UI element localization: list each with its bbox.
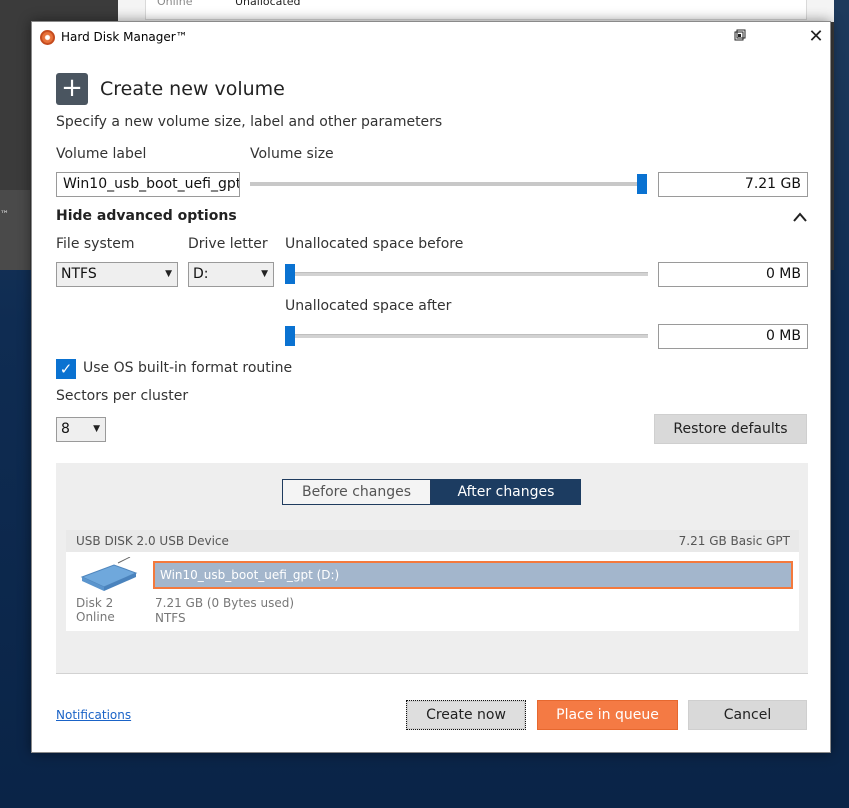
disk-header: USB DISK 2.0 USB Device 7.21 GB Basic GP… — [66, 530, 799, 552]
background-strip — [0, 190, 30, 270]
restore-icon[interactable] — [732, 29, 748, 45]
chevron-up-icon[interactable] — [792, 208, 808, 222]
disk-number: Disk 2 — [76, 596, 114, 610]
partition-size: 7.21 GB (0 Bytes used) — [155, 596, 295, 610]
unallocated-before-slider-thumb[interactable] — [285, 264, 295, 284]
restore-defaults-button[interactable]: Restore defaults — [654, 414, 807, 444]
unallocated-before-input[interactable]: 0 MB — [658, 262, 808, 287]
page-title: Create new volume — [100, 78, 285, 100]
volume-size-slider[interactable] — [250, 174, 647, 194]
volume-label-caption: Volume label — [56, 146, 147, 162]
background-tm-fragment: ™ — [0, 210, 9, 220]
partition-file-system: NTFS — [155, 611, 186, 625]
drive-letter-caption: Drive letter — [188, 236, 268, 252]
plus-icon: + — [56, 73, 88, 105]
volume-size-slider-thumb[interactable] — [637, 174, 647, 194]
file-system-select[interactable]: NTFS ▼ — [56, 262, 178, 287]
disk-status: Online — [76, 610, 115, 624]
disk-number-status: Disk 2 Online — [76, 596, 115, 624]
disk-info: 7.21 GB Basic GPT — [678, 534, 790, 548]
page-subtitle: Specify a new volume size, label and oth… — [56, 114, 443, 130]
unallocated-after-slider-thumb[interactable] — [285, 326, 295, 346]
unallocated-before-slider[interactable] — [285, 264, 648, 284]
tab-after-changes[interactable]: After changes — [431, 479, 581, 505]
disk-card: USB DISK 2.0 USB Device 7.21 GB Basic GP… — [66, 530, 799, 631]
preview-panel: Before changes After changes USB DISK 2.… — [56, 463, 808, 674]
file-system-caption: File system — [56, 236, 135, 252]
unallocated-after-caption: Unallocated space after — [285, 298, 452, 314]
cancel-button[interactable]: Cancel — [688, 700, 807, 730]
partition-block[interactable]: Win10_usb_boot_uefi_gpt (D:) — [153, 561, 793, 589]
background-status-unallocated: Unallocated — [235, 0, 301, 8]
sectors-per-cluster-select[interactable]: 8 ▼ — [56, 417, 106, 442]
volume-label-input[interactable]: Win10_usb_boot_uefi_gpt — [56, 172, 240, 197]
divider — [56, 673, 808, 674]
tab-before-changes[interactable]: Before changes — [282, 479, 431, 505]
unallocated-after-input[interactable]: 0 MB — [658, 324, 808, 349]
usb-disk-icon — [78, 556, 138, 591]
create-volume-dialog: Hard Disk Manager™ ✕ + Create new volume… — [31, 21, 831, 753]
use-os-format-checkbox[interactable]: ✓ — [56, 359, 76, 379]
chevron-down-icon: ▼ — [93, 424, 100, 434]
drive-letter-value: D: — [193, 266, 209, 282]
place-in-queue-button[interactable]: Place in queue — [537, 700, 678, 730]
window-title: Hard Disk Manager™ — [61, 30, 188, 44]
notifications-link[interactable]: Notifications — [56, 708, 131, 722]
hide-advanced-options-toggle[interactable]: Hide advanced options — [56, 208, 237, 224]
unallocated-before-caption: Unallocated space before — [285, 236, 464, 252]
sectors-per-cluster-value: 8 — [61, 421, 70, 437]
app-logo-icon — [40, 30, 55, 45]
file-system-value: NTFS — [61, 266, 97, 282]
drive-letter-select[interactable]: D: ▼ — [188, 262, 274, 287]
create-now-button[interactable]: Create now — [406, 700, 526, 730]
chevron-down-icon: ▼ — [165, 269, 172, 279]
close-icon[interactable]: ✕ — [802, 26, 830, 48]
background-status-online: Online — [157, 0, 193, 8]
chevron-down-icon: ▼ — [261, 269, 268, 279]
unallocated-after-slider[interactable] — [285, 326, 648, 346]
use-os-format-label[interactable]: Use OS built-in format routine — [83, 360, 292, 376]
title-bar[interactable]: Hard Disk Manager™ ✕ — [32, 22, 830, 53]
volume-size-input[interactable]: 7.21 GB — [658, 172, 808, 197]
sectors-per-cluster-caption: Sectors per cluster — [56, 388, 189, 404]
disk-device-name: USB DISK 2.0 USB Device — [76, 534, 229, 548]
volume-size-caption: Volume size — [250, 146, 334, 162]
